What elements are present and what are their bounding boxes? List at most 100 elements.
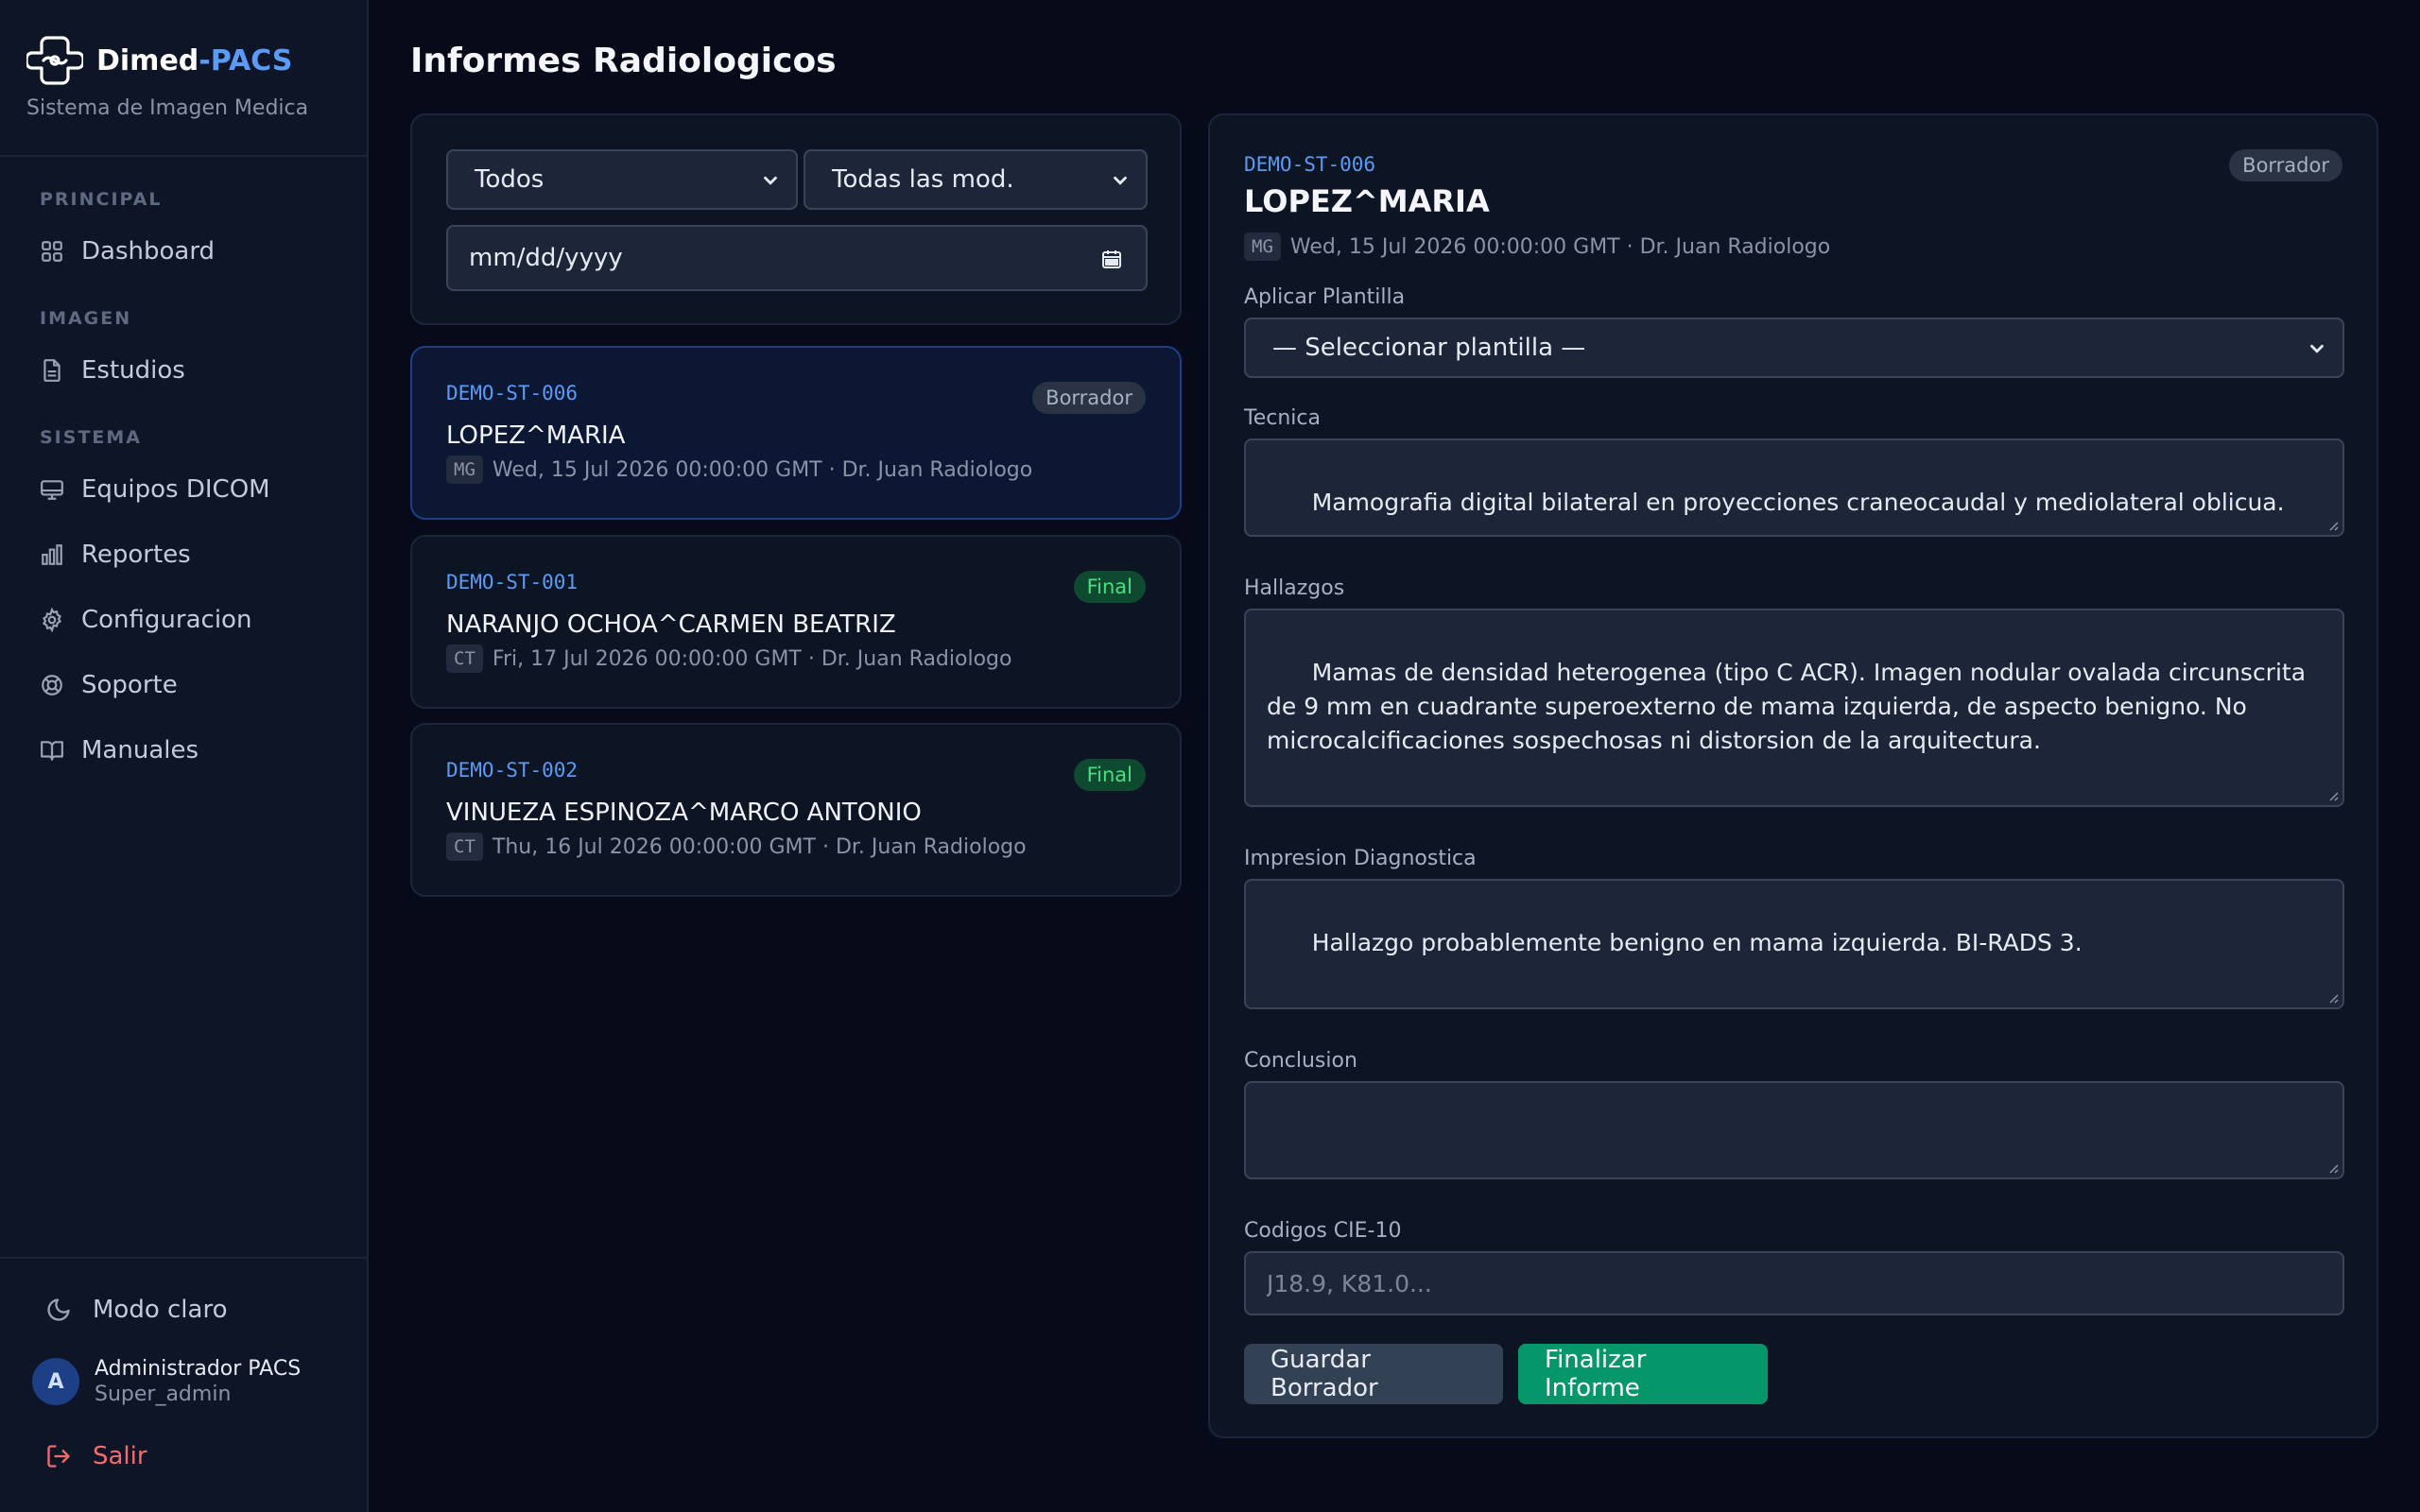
bar-chart-icon bbox=[42, 544, 62, 565]
lifebuoy-icon bbox=[42, 675, 62, 696]
conclusion-label: Conclusion bbox=[1244, 1049, 1357, 1073]
monitor-icon bbox=[41, 480, 63, 500]
finalize-report-button[interactable]: Finalizar Informe bbox=[1518, 1344, 1768, 1404]
resize-handle-icon[interactable] bbox=[2325, 788, 2339, 801]
book-icon bbox=[41, 741, 63, 761]
resize-handle-icon[interactable] bbox=[2325, 1160, 2339, 1174]
nav-section-principal: PRINCIPAL bbox=[40, 189, 163, 210]
brand-name-suffix: -PACS bbox=[199, 43, 293, 77]
report-patient-name: LOPEZ^MARIA bbox=[446, 421, 626, 450]
avatar: A bbox=[32, 1358, 79, 1405]
status-badge: Borrador bbox=[1032, 382, 1146, 414]
report-date-doctor: Wed, 15 Jul 2026 00:00:00 GMT · Dr. Juan… bbox=[492, 457, 1033, 482]
editor-report-id: DEMO-ST-006 bbox=[1244, 153, 1376, 176]
report-card[interactable]: DEMO-ST-006 Borrador LOPEZ^MARIA MG Wed,… bbox=[410, 346, 1182, 520]
tecnica-label: Tecnica bbox=[1244, 406, 1321, 430]
hallazgos-textarea[interactable]: Mamas de densidad heterogenea (tipo C AC… bbox=[1244, 609, 2344, 807]
report-id: DEMO-ST-001 bbox=[446, 571, 579, 593]
editor-patient-name: LOPEZ^MARIA bbox=[1244, 183, 1490, 219]
sidebar-item-manuales[interactable]: Manuales bbox=[26, 724, 342, 777]
sidebar-item-label: Configuracion bbox=[81, 606, 252, 634]
brand-name-prefix: Dimed bbox=[96, 43, 199, 77]
report-card[interactable]: DEMO-ST-002 Final VINUEZA ESPINOZA^MARCO… bbox=[410, 723, 1182, 897]
save-draft-button[interactable]: Guardar Borrador bbox=[1244, 1344, 1503, 1404]
document-icon bbox=[43, 359, 60, 382]
editor-meta: MG Wed, 15 Jul 2026 00:00:00 GMT · Dr. J… bbox=[1244, 232, 1830, 261]
sidebar-item-reportes[interactable]: Reportes bbox=[26, 528, 342, 581]
sidebar-item-estudios[interactable]: Estudios bbox=[26, 344, 342, 397]
nav-section-imagen: IMAGEN bbox=[40, 308, 132, 329]
impresion-text: Hallazgo probablemente benigno en mama i… bbox=[1311, 929, 2083, 956]
status-filter-value: Todos bbox=[475, 165, 544, 194]
report-id: DEMO-ST-006 bbox=[446, 382, 579, 404]
sidebar-item-label: Equipos DICOM bbox=[81, 475, 270, 504]
logout-label: Salir bbox=[93, 1442, 147, 1470]
sidebar-item-label: Dashboard bbox=[81, 237, 216, 266]
impresion-textarea[interactable]: Hallazgo probablemente benigno en mama i… bbox=[1244, 879, 2344, 1009]
report-patient-name: NARANJO OCHOA^CARMEN BEATRIZ bbox=[446, 610, 896, 639]
user-role: Super_admin bbox=[95, 1383, 232, 1406]
sidebar-item-configuracion[interactable]: Configuracion bbox=[26, 593, 342, 646]
user-name: Administrador PACS bbox=[95, 1357, 302, 1381]
sidebar-item-label: Reportes bbox=[81, 541, 191, 569]
hallazgos-text: Mamas de densidad heterogenea (tipo C AC… bbox=[1267, 659, 2313, 754]
app-root: Dimed-PACS Sistema de Imagen Medica PRIN… bbox=[0, 0, 2420, 1512]
page-title: Informes Radiologicos bbox=[410, 42, 837, 80]
report-meta: CT Thu, 16 Jul 2026 00:00:00 GMT · Dr. J… bbox=[446, 833, 1027, 861]
nav-section-sistema: SISTEMA bbox=[40, 427, 142, 448]
brand-subtitle: Sistema de Imagen Medica bbox=[26, 96, 309, 120]
chevron-down-icon bbox=[764, 176, 777, 185]
grid-icon bbox=[42, 241, 62, 262]
status-filter-select[interactable]: Todos bbox=[446, 149, 798, 210]
cie-label: Codigos CIE-10 bbox=[1244, 1219, 1402, 1243]
sidebar-item-label: Soporte bbox=[81, 671, 178, 699]
filters-panel: Todos Todas las mod. mm/dd/yyyy bbox=[410, 113, 1182, 325]
date-filter-placeholder: mm/dd/yyyy bbox=[469, 244, 623, 272]
theme-toggle[interactable]: Modo claro bbox=[34, 1287, 228, 1332]
report-date-doctor: Thu, 16 Jul 2026 00:00:00 GMT · Dr. Juan… bbox=[492, 834, 1027, 859]
report-id: DEMO-ST-002 bbox=[446, 759, 579, 782]
conclusion-textarea[interactable] bbox=[1244, 1081, 2344, 1179]
cie-codes-input[interactable] bbox=[1244, 1251, 2344, 1315]
report-meta: CT Fri, 17 Jul 2026 00:00:00 GMT · Dr. J… bbox=[446, 644, 1011, 673]
modality-badge: MG bbox=[1244, 232, 1281, 261]
modality-filter-select[interactable]: Todas las mod. bbox=[804, 149, 1148, 210]
modality-badge: CT bbox=[446, 644, 483, 673]
editor-status-badge: Borrador bbox=[2229, 149, 2342, 181]
sidebar-item-label: Manuales bbox=[81, 736, 199, 765]
logout-button[interactable]: Salir bbox=[45, 1435, 147, 1478]
sidebar-item-label: Estudios bbox=[81, 356, 185, 385]
report-meta: MG Wed, 15 Jul 2026 00:00:00 GMT · Dr. J… bbox=[446, 455, 1032, 484]
resize-handle-icon[interactable] bbox=[2325, 990, 2339, 1004]
user-profile[interactable]: A Administrador PACS Super_admin bbox=[32, 1357, 301, 1406]
calendar-icon[interactable] bbox=[1100, 248, 1123, 270]
resize-handle-icon[interactable] bbox=[2325, 518, 2339, 531]
date-filter-input[interactable]: mm/dd/yyyy bbox=[446, 225, 1148, 291]
template-select-value: — Seleccionar plantilla — bbox=[1272, 334, 1586, 362]
template-select[interactable]: — Seleccionar plantilla — bbox=[1244, 318, 2344, 378]
report-editor: DEMO-ST-006 Borrador LOPEZ^MARIA MG Wed,… bbox=[1208, 113, 2378, 1438]
report-card[interactable]: DEMO-ST-001 Final NARANJO OCHOA^CARMEN B… bbox=[410, 535, 1182, 709]
moon-icon bbox=[47, 1298, 70, 1321]
status-badge: Final bbox=[1073, 759, 1146, 791]
report-date-doctor: Fri, 17 Jul 2026 00:00:00 GMT · Dr. Juan… bbox=[492, 646, 1012, 671]
chevron-down-icon bbox=[1114, 176, 1127, 185]
tecnica-textarea[interactable]: Mamografia digital bilateral en proyecci… bbox=[1244, 438, 2344, 537]
logo-icon bbox=[26, 36, 83, 85]
report-patient-name: VINUEZA ESPINOZA^MARCO ANTONIO bbox=[446, 799, 922, 827]
logout-icon bbox=[47, 1445, 70, 1468]
sidebar-item-dashboard[interactable]: Dashboard bbox=[26, 225, 342, 278]
template-label: Aplicar Plantilla bbox=[1244, 285, 1406, 309]
theme-toggle-label: Modo claro bbox=[93, 1296, 228, 1324]
brand: Dimed-PACS Sistema de Imagen Medica bbox=[26, 32, 308, 127]
gear-icon bbox=[42, 608, 62, 632]
tecnica-text: Mamografia digital bilateral en proyecci… bbox=[1311, 489, 2285, 516]
sidebar-item-equipos-dicom[interactable]: Equipos DICOM bbox=[26, 463, 342, 516]
chevron-down-icon bbox=[2310, 344, 2324, 353]
modality-badge: CT bbox=[446, 833, 483, 861]
sidebar: Dimed-PACS Sistema de Imagen Medica PRIN… bbox=[0, 0, 369, 1512]
sidebar-item-soporte[interactable]: Soporte bbox=[26, 659, 342, 712]
sidebar-divider bbox=[0, 155, 369, 157]
hallazgos-label: Hallazgos bbox=[1244, 576, 1345, 600]
modality-filter-value: Todas las mod. bbox=[832, 165, 1014, 194]
